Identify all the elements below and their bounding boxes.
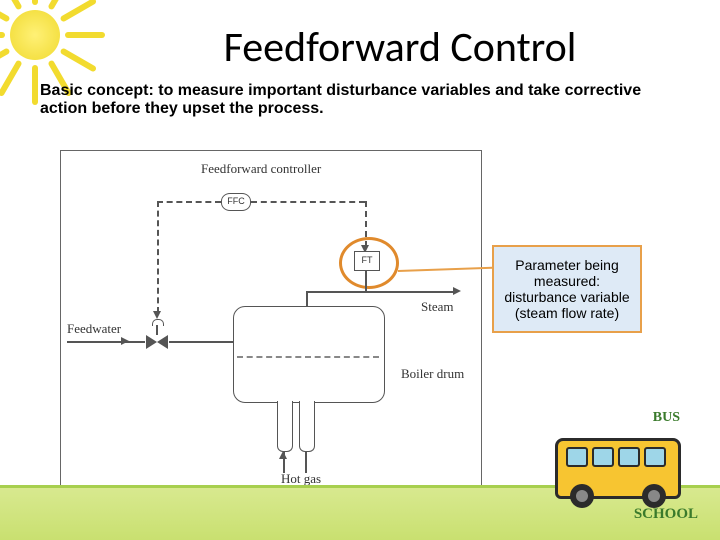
callout-box: Parameter being measured: disturbance va… — [492, 245, 642, 333]
bus-window — [644, 447, 666, 467]
process-diagram: Feedforward controller FFC FT Steam Feed… — [60, 150, 482, 492]
bus-wheel — [642, 484, 666, 508]
controller-label: Feedforward controller — [201, 161, 321, 177]
pipe — [169, 341, 233, 343]
description-lead: Basic concept: — [40, 82, 154, 99]
valve-stem — [156, 325, 158, 335]
ft-highlight-circle — [339, 237, 399, 289]
sun-ray — [32, 0, 38, 5]
signal-line — [157, 201, 159, 313]
school-sign: SCHOOL — [634, 506, 698, 523]
sun-ray — [59, 47, 97, 72]
pipe — [67, 341, 145, 343]
sun-ray — [32, 65, 38, 105]
steam-label: Steam — [421, 299, 454, 315]
arrow-right-icon — [453, 287, 461, 295]
bus-window — [566, 447, 588, 467]
boiler-label: Boiler drum — [401, 366, 464, 382]
sun-ray — [65, 32, 105, 38]
bus-body — [555, 438, 681, 499]
control-valve-icon — [146, 335, 168, 349]
sun-ray — [47, 0, 72, 11]
sun-core — [10, 10, 60, 60]
arrow-up-icon — [279, 451, 287, 459]
valve-actuator — [152, 319, 164, 326]
pipe — [305, 451, 307, 473]
description: Basic concept: to measure important dist… — [40, 82, 680, 118]
liquid-level-line — [237, 356, 379, 358]
bus-sign: BUS — [653, 410, 680, 426]
sun-ray — [0, 47, 11, 72]
boiler-drum — [233, 306, 385, 403]
sun-ray — [0, 0, 11, 23]
slide: Feedforward Control Basic concept: to me… — [0, 0, 720, 540]
pipe — [306, 291, 308, 307]
sun-ray — [0, 32, 5, 38]
arrow-right-icon — [121, 337, 129, 345]
sensor-tap — [365, 271, 367, 291]
signal-line — [157, 201, 221, 203]
heater-tube — [299, 401, 315, 452]
bus-window — [592, 447, 614, 467]
feedwater-label: Feedwater — [67, 321, 121, 337]
school-bus-decoration: BUS SCHOOL — [540, 410, 700, 525]
slide-title: Feedforward Control — [120, 22, 680, 73]
sun-ray — [59, 0, 97, 23]
bus-wheel — [570, 484, 594, 508]
arrow-down-icon — [153, 311, 161, 319]
sun-ray — [0, 59, 23, 97]
sun-ray — [0, 0, 23, 11]
callout-text: Parameter being measured: disturbance va… — [504, 257, 629, 321]
ffc-tag: FFC — [221, 193, 251, 211]
bus-window — [618, 447, 640, 467]
signal-line — [251, 201, 365, 203]
pipe — [306, 291, 454, 293]
heater-tube — [277, 401, 293, 452]
